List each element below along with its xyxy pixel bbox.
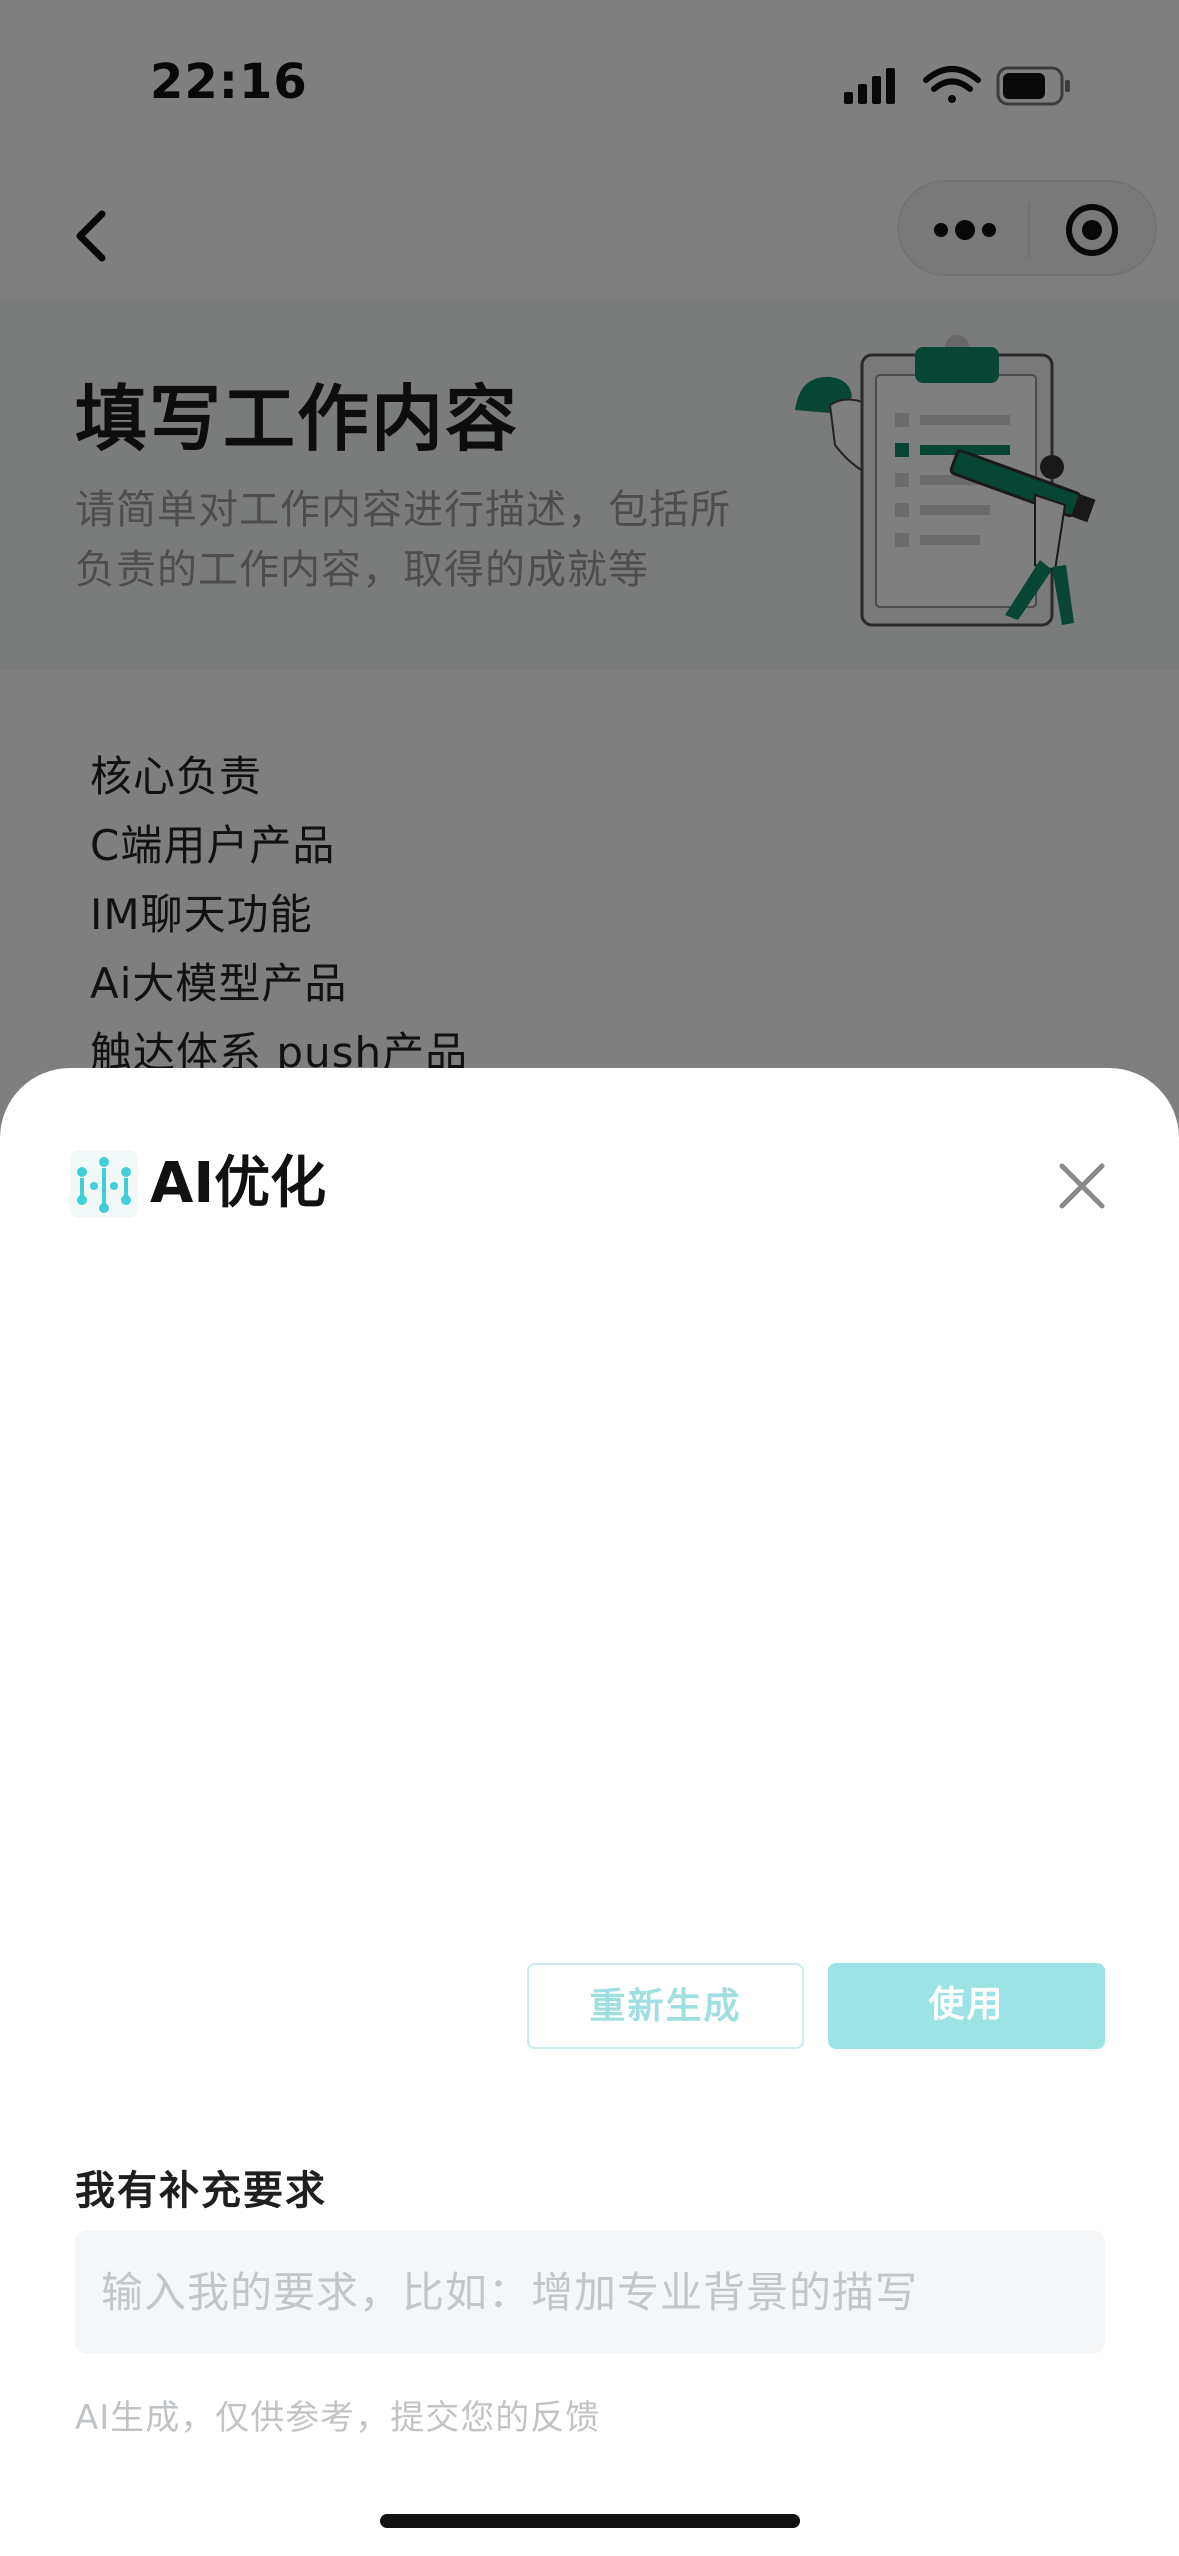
ai-optimize-sheet: AI优化 重新生成 使用 我有补充要求 AI生成，仅供参考，提交您的反馈 bbox=[0, 1068, 1179, 2556]
close-icon[interactable] bbox=[1054, 1158, 1110, 1214]
home-indicator bbox=[380, 2514, 800, 2528]
use-button[interactable]: 使用 bbox=[828, 1963, 1105, 2049]
sheet-title: AI优化 bbox=[150, 1151, 327, 1216]
regenerate-button[interactable]: 重新生成 bbox=[527, 1963, 804, 2049]
requirement-input[interactable] bbox=[75, 2230, 1105, 2354]
requirement-label: 我有补充要求 bbox=[75, 2168, 327, 2214]
ai-logo-icon bbox=[70, 1150, 138, 1218]
ai-disclaimer: AI生成，仅供参考，提交您的反馈 bbox=[75, 2398, 601, 2438]
